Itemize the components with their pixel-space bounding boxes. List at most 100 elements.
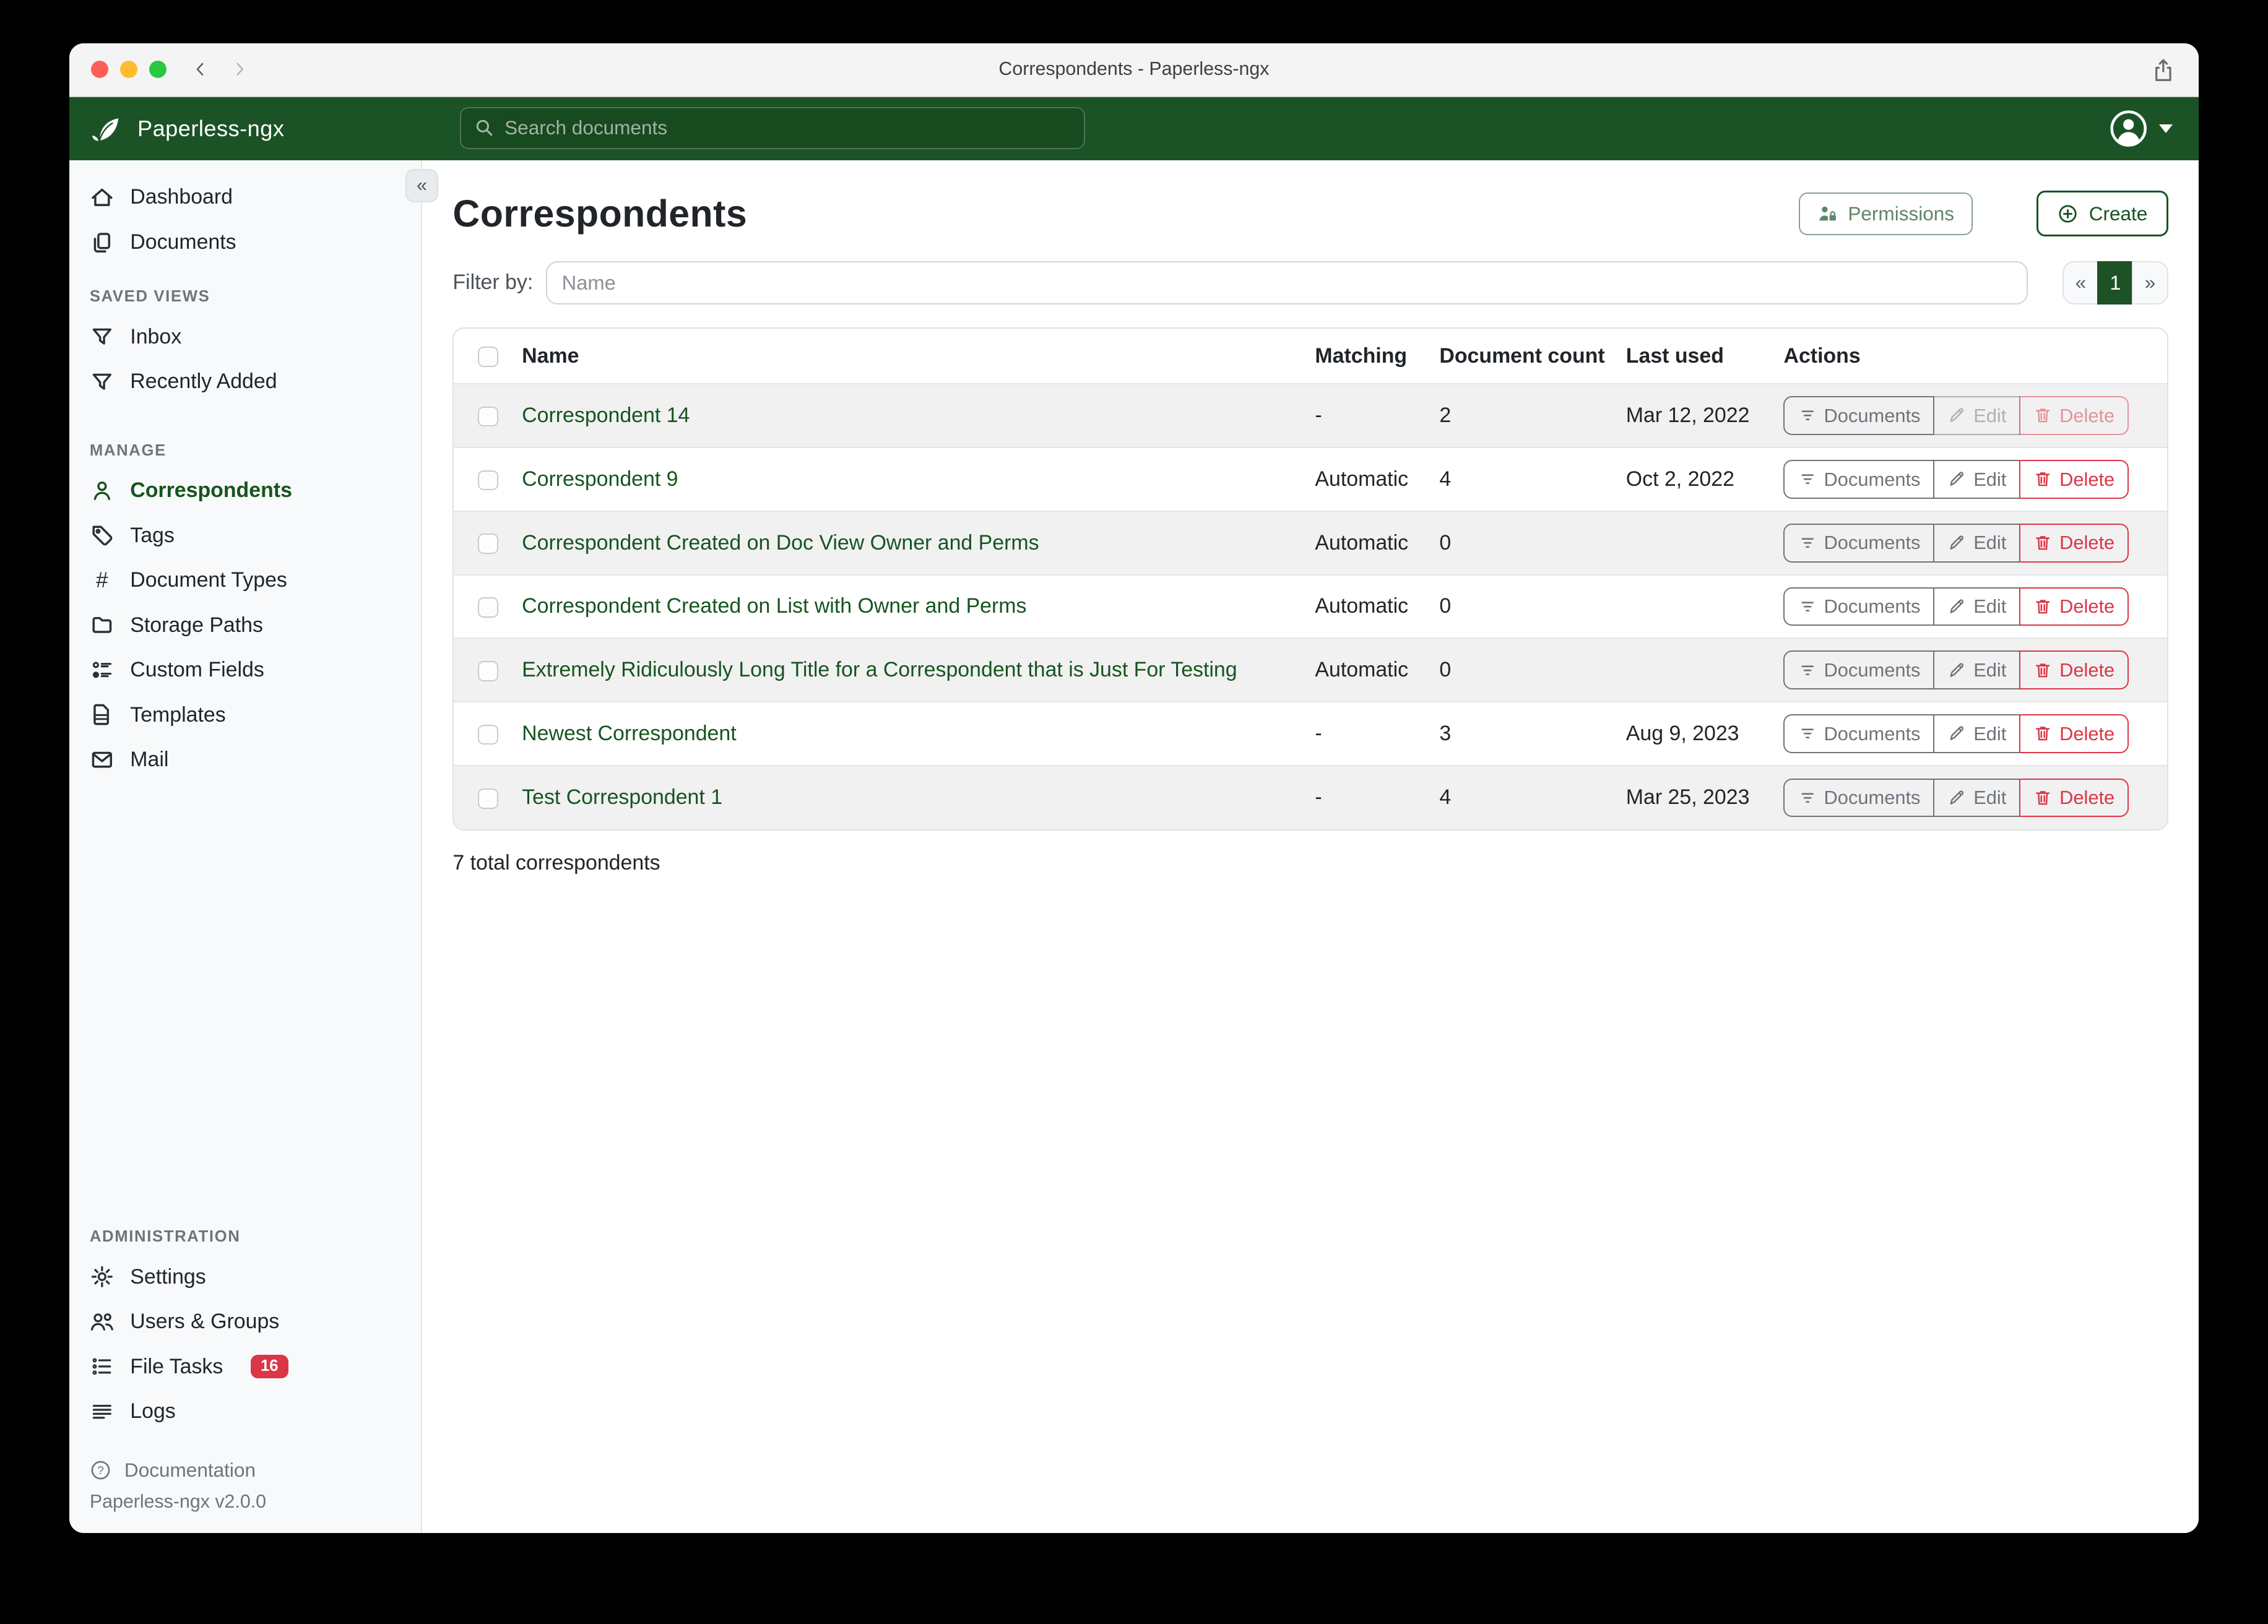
trash-icon bbox=[2033, 597, 2052, 616]
documents-button[interactable]: Documents bbox=[1783, 714, 1934, 753]
filter-icon bbox=[1798, 788, 1817, 807]
brand-name: Paperless-ngx bbox=[137, 116, 285, 142]
tag-icon bbox=[90, 523, 115, 548]
row-checkbox[interactable] bbox=[478, 725, 498, 745]
table-row: Test Correspondent 1 - 4 Mar 25, 2023 Do… bbox=[454, 766, 2166, 829]
sidebar-item-file-tasks[interactable]: File Tasks 16 bbox=[69, 1344, 421, 1389]
select-all-checkbox[interactable] bbox=[478, 347, 498, 367]
header-name: Name bbox=[522, 329, 1315, 384]
question-circle-icon bbox=[90, 1459, 111, 1481]
paperless-logo-icon bbox=[89, 111, 123, 146]
sidebar-item-templates[interactable]: Templates bbox=[69, 693, 421, 737]
trash-icon bbox=[2033, 724, 2052, 743]
file-icon bbox=[90, 702, 115, 727]
pagination-next[interactable]: » bbox=[2132, 261, 2168, 304]
sidebar-item-storage-paths[interactable]: Storage Paths bbox=[69, 603, 421, 647]
pagination-prev[interactable]: « bbox=[2062, 261, 2098, 304]
person-icon bbox=[90, 478, 115, 503]
sidebar-collapse-button[interactable]: « bbox=[405, 169, 439, 202]
edit-button[interactable]: Edit bbox=[1933, 779, 2020, 818]
edit-button[interactable]: Edit bbox=[1933, 524, 2020, 563]
pencil-icon bbox=[1947, 661, 1966, 680]
row-checkbox[interactable] bbox=[478, 788, 498, 809]
filter-icon bbox=[1798, 724, 1817, 743]
trash-icon bbox=[2033, 788, 2052, 807]
sidebar-item-tags[interactable]: Tags bbox=[69, 513, 421, 558]
user-lock-icon bbox=[1817, 204, 1838, 224]
filter-icon bbox=[1798, 470, 1817, 488]
header-document-count: Document count bbox=[1439, 329, 1625, 384]
sidebar-item-dashboard[interactable]: Dashboard bbox=[69, 175, 421, 220]
correspondent-link[interactable]: Test Correspondent 1 bbox=[522, 785, 722, 809]
correspondent-link[interactable]: Correspondent 14 bbox=[522, 404, 690, 427]
search-icon bbox=[474, 118, 495, 138]
pagination: « 1 » bbox=[2062, 261, 2168, 304]
documents-button[interactable]: Documents bbox=[1783, 779, 1934, 818]
sidebar-item-logs[interactable]: Logs bbox=[69, 1389, 421, 1433]
delete-button[interactable]: Delete bbox=[2019, 396, 2129, 435]
filter-icon bbox=[90, 324, 115, 349]
main-content: Correspondents Permissions Create Filter… bbox=[422, 160, 2198, 1533]
correspondent-link[interactable]: Newest Correspondent bbox=[522, 722, 736, 745]
documents-button[interactable]: Documents bbox=[1783, 587, 1934, 626]
share-icon[interactable] bbox=[2151, 56, 2176, 84]
row-checkbox[interactable] bbox=[478, 407, 498, 427]
filter-icon bbox=[90, 369, 115, 394]
edit-button[interactable]: Edit bbox=[1933, 587, 2020, 626]
global-search-input[interactable]: Search documents bbox=[460, 107, 1084, 149]
sidebar-item-document-types[interactable]: # Document Types bbox=[69, 558, 421, 603]
create-button[interactable]: Create bbox=[2036, 191, 2168, 236]
app-window: Correspondents - Paperless-ngx Paperless… bbox=[69, 43, 2199, 1533]
pencil-icon bbox=[1947, 406, 1966, 425]
sidebar-item-correspondents[interactable]: Correspondents bbox=[69, 469, 421, 513]
documents-button[interactable]: Documents bbox=[1783, 396, 1934, 435]
documentation-link[interactable]: Documentation bbox=[69, 1451, 421, 1489]
sidebar-item-mail[interactable]: Mail bbox=[69, 737, 421, 782]
table-row: Extremely Ridiculously Long Title for a … bbox=[454, 638, 2166, 702]
filter-icon bbox=[1798, 597, 1817, 616]
sidebar-item-documents[interactable]: Documents bbox=[69, 220, 421, 264]
correspondent-link[interactable]: Correspondent Created on List with Owner… bbox=[522, 594, 1026, 618]
plus-circle-icon bbox=[2057, 203, 2079, 225]
documents-button[interactable]: Documents bbox=[1783, 460, 1934, 499]
documents-button[interactable]: Documents bbox=[1783, 650, 1934, 689]
sidebar-item-users-groups[interactable]: Users & Groups bbox=[69, 1299, 421, 1344]
documents-button[interactable]: Documents bbox=[1783, 524, 1934, 563]
trash-icon bbox=[2033, 406, 2052, 425]
app-navbar: Paperless-ngx Search documents bbox=[69, 97, 2199, 161]
brand[interactable]: Paperless-ngx bbox=[89, 111, 285, 146]
delete-button[interactable]: Delete bbox=[2019, 714, 2129, 753]
filter-icon bbox=[1798, 406, 1817, 425]
pagination-page-1[interactable]: 1 bbox=[2097, 261, 2133, 304]
edit-button[interactable]: Edit bbox=[1933, 650, 2020, 689]
row-checkbox[interactable] bbox=[478, 533, 498, 554]
correspondent-link[interactable]: Correspondent Created on Doc View Owner … bbox=[522, 531, 1039, 555]
table-row: Correspondent Created on List with Owner… bbox=[454, 575, 2166, 639]
edit-button[interactable]: Edit bbox=[1933, 714, 2020, 753]
page-title: Correspondents bbox=[452, 192, 747, 235]
delete-button[interactable]: Delete bbox=[2019, 587, 2129, 626]
delete-button[interactable]: Delete bbox=[2019, 650, 2129, 689]
home-icon bbox=[90, 185, 115, 210]
filter-name-input[interactable] bbox=[546, 261, 2028, 304]
row-checkbox[interactable] bbox=[478, 470, 498, 491]
sidebar-item-settings[interactable]: Settings bbox=[69, 1255, 421, 1299]
edit-button[interactable]: Edit bbox=[1933, 396, 2020, 435]
sidebar-item-custom-fields[interactable]: Custom Fields bbox=[69, 647, 421, 692]
row-checkbox[interactable] bbox=[478, 661, 498, 681]
section-saved-views: SAVED VIEWS bbox=[90, 288, 421, 306]
delete-button[interactable]: Delete bbox=[2019, 524, 2129, 563]
sidebar-item-inbox[interactable]: Inbox bbox=[69, 314, 421, 359]
sidebar-item-recently-added[interactable]: Recently Added bbox=[69, 359, 421, 404]
permissions-button[interactable]: Permissions bbox=[1799, 192, 1973, 235]
section-administration: ADMINISTRATION bbox=[90, 1228, 421, 1246]
correspondent-link[interactable]: Correspondent 9 bbox=[522, 467, 678, 491]
correspondent-link[interactable]: Extremely Ridiculously Long Title for a … bbox=[522, 658, 1237, 681]
table-row: Correspondent 9 Automatic 4 Oct 2, 2022 … bbox=[454, 447, 2166, 511]
delete-button[interactable]: Delete bbox=[2019, 779, 2129, 818]
caret-down-icon bbox=[2159, 124, 2173, 133]
row-checkbox[interactable] bbox=[478, 597, 498, 618]
user-menu[interactable] bbox=[2108, 108, 2173, 149]
edit-button[interactable]: Edit bbox=[1933, 460, 2020, 499]
delete-button[interactable]: Delete bbox=[2019, 460, 2129, 499]
